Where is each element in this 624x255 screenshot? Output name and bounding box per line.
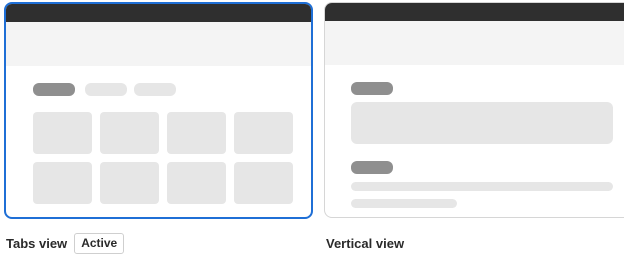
preview-top-bar [325, 3, 624, 21]
preview-text-line [351, 182, 613, 191]
preview-content-block [351, 102, 613, 144]
preview-grid-tile [167, 162, 226, 204]
vertical-view-preview-card[interactable] [324, 2, 624, 218]
preview-header-area [325, 21, 624, 65]
preview-top-bar [6, 4, 311, 22]
preview-tab [85, 83, 127, 96]
preview-grid-tile [100, 112, 159, 154]
preview-grid-tile [100, 162, 159, 204]
preview-grid-tile [33, 112, 92, 154]
preview-grid-tile [234, 162, 293, 204]
preview-header-area [6, 22, 311, 66]
preview-text-line [351, 199, 457, 208]
layout-option-vertical-view[interactable]: Vertical view [324, 0, 624, 254]
vertical-view-caption: Vertical view [326, 231, 404, 255]
preview-section-heading [351, 161, 393, 174]
preview-active-tab [33, 83, 75, 96]
active-badge: Active [74, 232, 125, 254]
preview-grid-tile [167, 112, 226, 154]
preview-grid-tile [234, 112, 293, 154]
tabs-view-preview-card[interactable] [4, 2, 313, 219]
preview-section-heading [351, 82, 393, 95]
option-label: Tabs view [6, 235, 68, 251]
tabs-view-caption: Tabs view Active [6, 231, 125, 255]
preview-grid-tile [33, 162, 92, 204]
layout-option-tabs-view[interactable]: Tabs view Active [4, 0, 316, 254]
option-label: Vertical view [326, 235, 405, 251]
preview-tab [134, 83, 176, 96]
